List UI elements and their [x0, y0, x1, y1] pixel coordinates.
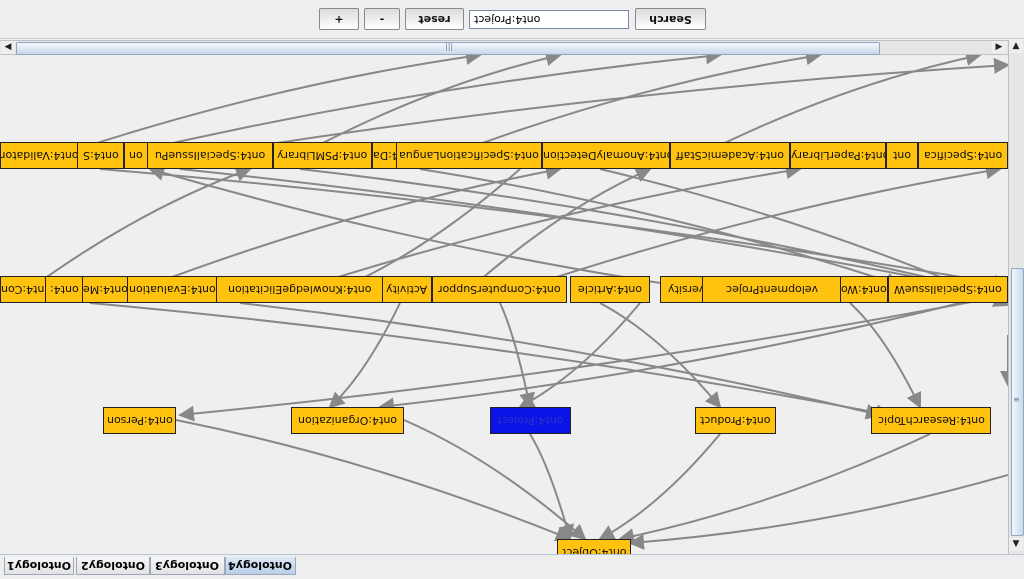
- tab-ontology4[interactable]: Ontology4: [225, 557, 296, 575]
- graph-node[interactable]: ont4:Evaluation: [127, 276, 217, 303]
- grip-icon: |||: [445, 42, 454, 51]
- graph-node[interactable]: ont4:PaperLibrary: [790, 142, 886, 169]
- graph-node[interactable]: ont4:PSMLibrary: [273, 142, 372, 169]
- graph-node[interactable]: ont4:KnowledgeElicitation: [216, 276, 384, 303]
- graph-edge: [419, 168, 902, 289]
- graph-edge: [148, 165, 701, 290]
- tab-ontology1[interactable]: Ontology1: [4, 557, 74, 575]
- graph-node[interactable]: ont4:Specifica: [918, 142, 1008, 169]
- graph-edge: [338, 168, 521, 291]
- graph-node[interactable]: ont4:SpecificationLangua: [396, 142, 542, 169]
- scroll-down-icon[interactable]: ▼: [1009, 538, 1023, 551]
- graph-node[interactable]: ont4:AnomalyDetection: [542, 142, 670, 169]
- scroll-left-icon[interactable]: ◀: [1, 41, 15, 54]
- graph-node[interactable]: ont4:SpecialIssuePu: [147, 142, 273, 169]
- search-input[interactable]: ont4:Project: [469, 10, 629, 29]
- vertical-scroll-thumb[interactable]: ≡: [1011, 268, 1024, 536]
- graph-edge: [299, 55, 562, 156]
- graph-node[interactable]: ont4:Validator: [0, 142, 78, 169]
- graph-edge: [59, 55, 482, 156]
- horizontal-scrollbar[interactable]: ◀ ||| ▶: [0, 40, 1008, 55]
- toolbar: + - reset ont4:Project Search: [0, 0, 1024, 39]
- zoom-in-button[interactable]: +: [319, 8, 359, 30]
- graph-edge: [403, 419, 587, 541]
- vertical-scrollbar[interactable]: ▲ ≡ ▼: [1008, 40, 1024, 554]
- graph-node[interactable]: ont4:Object: [557, 539, 631, 554]
- graph-node[interactable]: velopmentProjec: [702, 276, 842, 303]
- tab-bar: Ontology1 Ontology2 Ontology3 Ontology4: [0, 554, 1024, 579]
- graph-node[interactable]: ont: [886, 142, 918, 169]
- scroll-up-icon[interactable]: ▲: [1009, 40, 1023, 53]
- graph-node[interactable]: Activity: [382, 276, 432, 303]
- edge-layer: [29, 55, 1008, 550]
- tab-ontology2[interactable]: Ontology2: [76, 557, 150, 575]
- graph-node[interactable]: ont4:: [45, 276, 83, 303]
- graph-node[interactable]: ont4:ComputerSuppor: [432, 276, 567, 303]
- graph-node[interactable]: ont4:Project: [490, 407, 571, 434]
- graph-node[interactable]: ont4:Product: [695, 407, 776, 434]
- graph-node[interactable]: ont4:Article: [570, 276, 650, 303]
- reset-button[interactable]: reset: [405, 8, 464, 30]
- graph-edge: [119, 55, 722, 156]
- graph-node[interactable]: ont4:Con: [0, 276, 46, 303]
- tab-ontology3[interactable]: Ontology3: [150, 557, 225, 575]
- zoom-out-button[interactable]: -: [364, 8, 400, 30]
- search-button[interactable]: Search: [635, 8, 706, 30]
- graph-node[interactable]: ont4:AcademicStaff: [670, 142, 790, 169]
- grip-icon: ≡: [1013, 395, 1020, 404]
- graph-node[interactable]: ont4:Organization: [291, 407, 404, 434]
- horizontal-scroll-thumb[interactable]: |||: [16, 42, 880, 55]
- scroll-right-icon[interactable]: ▶: [992, 41, 1006, 54]
- graph-edge: [99, 168, 1008, 291]
- graph-node[interactable]: ont4:SpecialIssueW: [888, 276, 1008, 303]
- graph-edge: [618, 433, 931, 544]
- graph-node[interactable]: ont4:Da: [372, 142, 397, 169]
- graph-node[interactable]: ont4:Me: [82, 276, 128, 303]
- graph-node[interactable]: ont4:Person: [103, 407, 176, 434]
- graph-canvas[interactable]: ont4:Validator ont4:S on ont4:SpecialIssueP…: [0, 55, 1008, 554]
- graph-edge: [628, 474, 1008, 550]
- graph-node[interactable]: on: [124, 142, 148, 169]
- graph-edge: [529, 433, 574, 541]
- graph-node[interactable]: ont4:Wo: [840, 276, 888, 303]
- graph-node[interactable]: ont4:ResearchTopic: [871, 407, 991, 434]
- graph-edge: [469, 167, 652, 290]
- graph-edge: [89, 302, 892, 421]
- graph-node[interactable]: ont4:S: [77, 142, 124, 169]
- graph-edge: [598, 433, 721, 540]
